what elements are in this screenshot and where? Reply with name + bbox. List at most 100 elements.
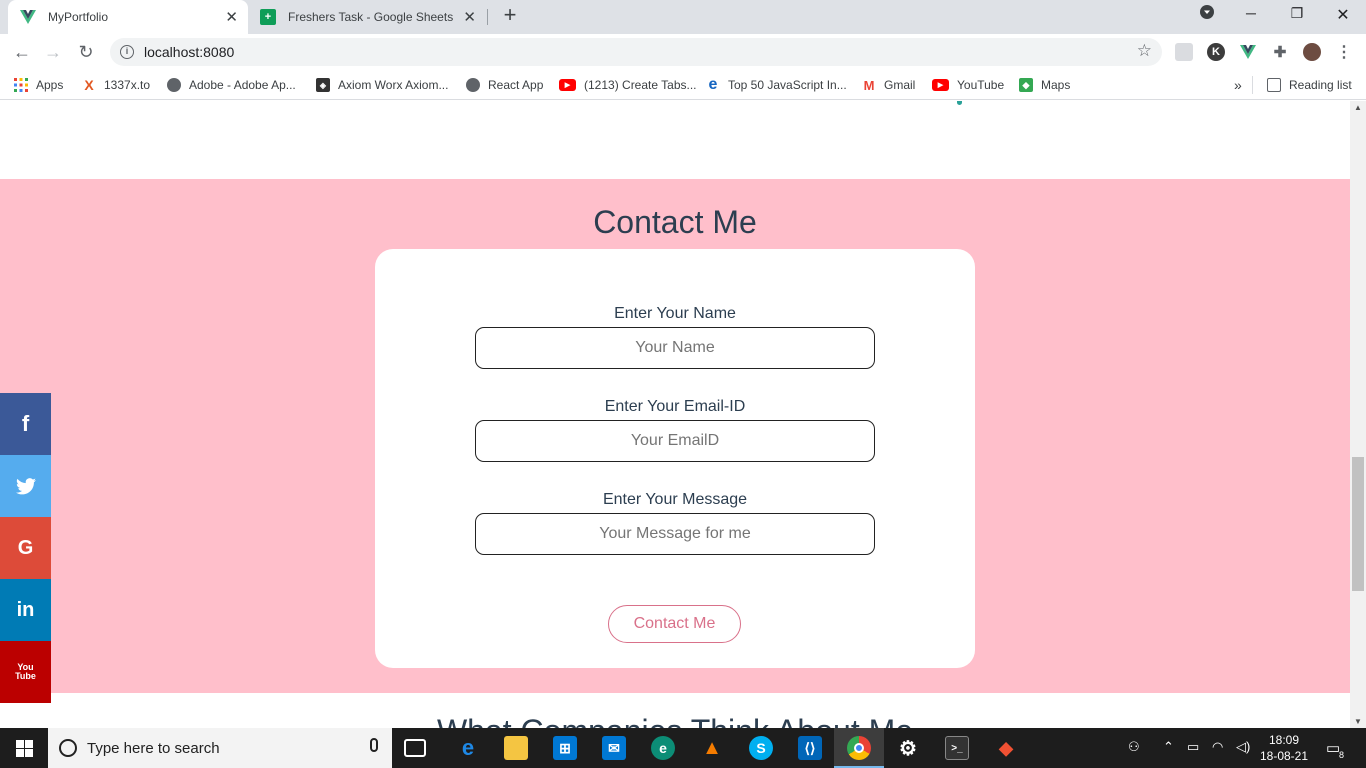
scrollbar-thumb[interactable] bbox=[1352, 457, 1364, 591]
google-sheets-icon: + bbox=[260, 9, 276, 25]
bookmark-label: 1337x.to bbox=[104, 78, 151, 92]
profile-avatar-icon[interactable] bbox=[1303, 43, 1321, 61]
reading-list-icon bbox=[1267, 78, 1281, 92]
bookmark-label: Gmail bbox=[884, 78, 916, 92]
bookmark-label: Apps bbox=[36, 78, 64, 92]
x-icon: X bbox=[84, 77, 94, 93]
tab-title: Freshers Task - Google Sheets bbox=[288, 10, 454, 24]
vue-devtools-icon[interactable] bbox=[1239, 43, 1257, 61]
gmail-icon: M bbox=[863, 77, 875, 93]
wifi-icon[interactable]: ◠ bbox=[1212, 739, 1223, 755]
bookmark-youtube[interactable]: ▶ YouTube bbox=[932, 76, 1004, 94]
bookmark-label: React App bbox=[488, 78, 544, 92]
apps-grid-icon bbox=[14, 78, 28, 92]
edge-legacy-icon[interactable]: e bbox=[456, 735, 480, 760]
browser-toolbar: ← → ↻ i localhost:8080 ☆ K ✚ ⋮ bbox=[0, 34, 1366, 70]
address-bar[interactable]: i localhost:8080 ☆ bbox=[110, 38, 1162, 66]
bookmark-label: YouTube bbox=[957, 78, 1005, 92]
reload-icon[interactable]: ↻ bbox=[75, 41, 97, 63]
bookmark-apps[interactable]: Apps bbox=[14, 76, 63, 94]
taskbar-clock[interactable]: 18:09 18-08-21 bbox=[1250, 732, 1318, 764]
axiom-icon: ◈ bbox=[316, 78, 330, 92]
reading-list-button[interactable]: Reading list bbox=[1252, 76, 1352, 94]
settings-gear-icon[interactable]: ⚙ bbox=[896, 736, 920, 760]
tab-myportfolio[interactable]: MyPortfolio ✕ bbox=[8, 0, 248, 34]
windows-start-icon[interactable] bbox=[0, 728, 48, 768]
mail-icon[interactable]: ✉ bbox=[602, 736, 626, 760]
clock-date: 18-08-21 bbox=[1259, 749, 1309, 763]
scroll-down-icon[interactable]: ▼ bbox=[1354, 717, 1362, 726]
scroll-up-icon[interactable]: ▲ bbox=[1354, 103, 1362, 112]
message-input[interactable] bbox=[475, 513, 875, 555]
bookmarks-bar: Apps X 1337x.to Adobe - Adobe Ap... ◈ Ax… bbox=[0, 70, 1366, 100]
bookmark-top-50-js[interactable]: e Top 50 JavaScript In... bbox=[706, 76, 847, 94]
reading-list-label: Reading list bbox=[1289, 78, 1352, 92]
close-tab-icon[interactable]: ✕ bbox=[463, 8, 476, 26]
taskbar-search-box[interactable]: Type here to search bbox=[48, 728, 392, 768]
close-window-icon[interactable]: ✕ bbox=[1331, 5, 1355, 25]
maps-icon: ◆ bbox=[1019, 78, 1033, 92]
more-bookmarks-icon[interactable]: » bbox=[1234, 76, 1242, 94]
bookmark-star-icon[interactable]: ☆ bbox=[1137, 41, 1152, 61]
restore-icon[interactable]: ❐ bbox=[1285, 5, 1309, 22]
close-tab-icon[interactable]: ✕ bbox=[225, 8, 238, 26]
k-extension-icon[interactable]: K bbox=[1207, 43, 1225, 61]
extension-icon[interactable] bbox=[1175, 43, 1193, 61]
page-scrollbar[interactable]: ▲ ▼ bbox=[1350, 101, 1366, 728]
file-explorer-icon[interactable] bbox=[504, 736, 528, 760]
minimize-icon[interactable]: ─ bbox=[1239, 5, 1263, 21]
git-icon[interactable]: ◆ bbox=[994, 736, 1018, 760]
page-viewport: Contact Me Enter Your Name Enter Your Em… bbox=[0, 101, 1350, 728]
skype-icon[interactable]: S bbox=[749, 736, 773, 760]
clock-time: 18:09 bbox=[1268, 733, 1300, 747]
edge-icon[interactable]: e bbox=[651, 736, 675, 760]
bookmark-1337x[interactable]: X 1337x.to bbox=[82, 76, 150, 94]
back-icon[interactable]: ← bbox=[11, 41, 33, 63]
bookmark-create-tabs[interactable]: ▶ (1213) Create Tabs... bbox=[559, 76, 697, 94]
bookmark-adobe[interactable]: Adobe - Adobe Ap... bbox=[167, 76, 296, 94]
people-icon[interactable]: ⚇ bbox=[1128, 739, 1140, 755]
bookmark-react-app[interactable]: React App bbox=[466, 76, 543, 94]
bookmark-maps[interactable]: ◆ Maps bbox=[1019, 76, 1070, 94]
bookmark-label: Adobe - Adobe Ap... bbox=[189, 78, 296, 92]
vscode-icon[interactable]: ⟨⟩ bbox=[798, 736, 822, 760]
chrome-icon[interactable] bbox=[847, 736, 871, 760]
globe-icon bbox=[167, 78, 181, 92]
volume-icon[interactable]: ◁) bbox=[1236, 739, 1250, 755]
new-tab-icon[interactable]: + bbox=[499, 4, 521, 27]
bookmark-label: Axiom Worx Axiom... bbox=[338, 78, 449, 92]
vlc-icon[interactable]: ▲ bbox=[700, 736, 724, 760]
e-icon: e bbox=[708, 76, 718, 93]
name-input[interactable] bbox=[475, 327, 875, 369]
extensions-puzzle-icon[interactable]: ✚ bbox=[1271, 43, 1289, 61]
linkedin-icon[interactable]: in bbox=[0, 579, 51, 641]
email-input[interactable] bbox=[475, 420, 875, 462]
youtube-icon[interactable]: You Tube bbox=[0, 641, 51, 703]
battery-icon[interactable]: ▭ bbox=[1187, 739, 1199, 755]
contact-me-button[interactable]: Contact Me bbox=[608, 605, 741, 643]
bookmark-gmail[interactable]: M Gmail bbox=[862, 76, 916, 94]
taskbar-search-placeholder: Type here to search bbox=[87, 739, 220, 757]
section-decoration bbox=[957, 101, 962, 105]
contact-form: Enter Your Name Enter Your Email-ID Ente… bbox=[375, 249, 975, 668]
tab-search-icon[interactable] bbox=[1195, 5, 1219, 22]
site-info-icon[interactable]: i bbox=[120, 45, 134, 59]
microphone-icon[interactable] bbox=[370, 738, 378, 752]
terminal-icon[interactable]: >_ bbox=[945, 736, 969, 760]
bookmark-axiom[interactable]: ◈ Axiom Worx Axiom... bbox=[316, 76, 448, 94]
globe-icon bbox=[466, 78, 480, 92]
url-text: localhost:8080 bbox=[144, 44, 235, 60]
browser-tab-bar: MyPortfolio ✕ + Freshers Task - Google S… bbox=[0, 0, 1366, 34]
tray-chevron-icon[interactable]: ⌃ bbox=[1163, 739, 1174, 755]
google-icon[interactable]: G bbox=[0, 517, 51, 579]
email-label: Enter Your Email-ID bbox=[604, 398, 746, 415]
forward-icon[interactable]: → bbox=[42, 41, 64, 63]
tab-freshers-task[interactable]: + Freshers Task - Google Sheets ✕ bbox=[250, 0, 486, 34]
microsoft-store-icon[interactable]: ⊞ bbox=[553, 736, 577, 760]
menu-kebab-icon[interactable]: ⋮ bbox=[1335, 43, 1353, 61]
twitter-icon[interactable] bbox=[0, 455, 51, 517]
tab-title: MyPortfolio bbox=[48, 10, 109, 24]
task-view-icon[interactable] bbox=[404, 739, 426, 757]
bookmark-label: Maps bbox=[1041, 78, 1071, 92]
facebook-icon[interactable]: f bbox=[0, 393, 51, 455]
